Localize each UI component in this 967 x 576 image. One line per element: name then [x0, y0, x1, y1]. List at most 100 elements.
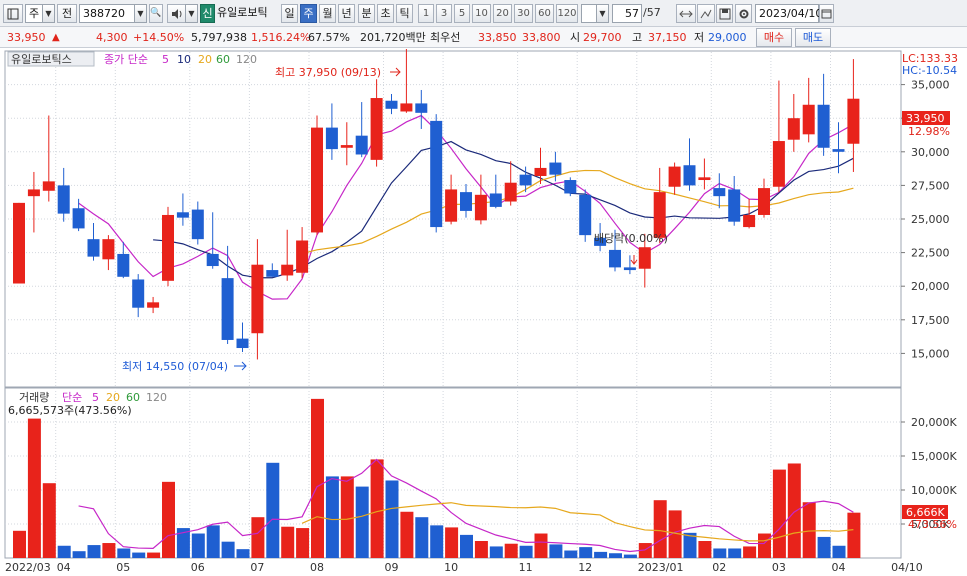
- stock-code-input[interactable]: 388720: [79, 4, 135, 23]
- candle-body: [340, 145, 353, 148]
- volume-bar: [147, 552, 161, 558]
- date-axis-label: 02: [712, 561, 726, 574]
- open-price: 29,700: [583, 31, 622, 44]
- price-tick-label: 15,000: [911, 347, 950, 360]
- volume-panel-title: 거래량: [19, 391, 49, 404]
- candle-body: [355, 135, 368, 155]
- draw-tool-icon[interactable]: [697, 4, 715, 23]
- ma120-legend: 120: [236, 53, 257, 66]
- sell-button[interactable]: 매도: [795, 28, 831, 47]
- volume-bar: [370, 459, 384, 558]
- price-tick-label: 20,000: [911, 280, 950, 293]
- period-day[interactable]: 일: [281, 4, 298, 23]
- candle-body: [758, 188, 770, 215]
- stock-name: 유일로보틱: [217, 6, 268, 19]
- volume-value: 5,797,938: [191, 31, 247, 44]
- settings-icon[interactable]: [735, 4, 752, 23]
- price-tick-label: 17,500: [911, 314, 950, 327]
- volume-bar: [42, 483, 56, 558]
- volume-bar: [713, 548, 727, 558]
- volume-bar: [832, 545, 846, 558]
- candle-body: [564, 180, 577, 194]
- date-axis-label: 04: [832, 561, 846, 574]
- candle-body: [251, 264, 264, 334]
- period-week[interactable]: 주: [300, 4, 317, 23]
- candle-body: [325, 127, 338, 150]
- candle-body: [772, 141, 785, 187]
- volume-bar: [72, 551, 86, 558]
- candle-body: [311, 127, 323, 233]
- market-select[interactable]: 주: [25, 4, 43, 23]
- current-price: 33,950: [7, 31, 46, 44]
- candle-body: [206, 253, 219, 267]
- price-change-pct: +14.50%: [133, 31, 185, 44]
- candle-body: [668, 166, 681, 187]
- volume-bar: [698, 541, 712, 558]
- candle-body: [176, 212, 189, 218]
- interval-20[interactable]: 20: [493, 4, 512, 23]
- volume-bar: [162, 481, 175, 558]
- zoom-icon[interactable]: [676, 4, 696, 23]
- prev-button[interactable]: 전: [57, 4, 77, 23]
- period-second[interactable]: 초: [377, 4, 394, 23]
- save-icon[interactable]: [716, 4, 733, 23]
- candle-body: [42, 181, 55, 191]
- date-input[interactable]: 2023/04/10: [755, 4, 822, 23]
- volume-bar: [579, 547, 593, 558]
- period-month[interactable]: 월: [319, 4, 336, 23]
- volume-tick-label: 10,000K: [911, 484, 957, 497]
- volume-bar: [847, 512, 861, 558]
- candle-body: [519, 174, 532, 186]
- candle-body: [57, 185, 70, 214]
- bar-count-input[interactable]: 57: [612, 4, 642, 23]
- buy-button[interactable]: 매수: [756, 28, 792, 47]
- price-change: 4,300: [96, 31, 128, 44]
- volume-bar: [266, 462, 280, 558]
- code-dropdown-icon[interactable]: ▼: [134, 4, 147, 23]
- layout-icon[interactable]: [3, 4, 23, 23]
- interval-30[interactable]: 30: [514, 4, 533, 23]
- volume-bar: [340, 476, 354, 558]
- market-dropdown-icon[interactable]: ▼: [42, 4, 55, 23]
- candle-body: [13, 202, 25, 284]
- candle-body: [296, 240, 309, 273]
- candle-body: [713, 188, 726, 197]
- volume-bar: [728, 548, 742, 558]
- period-tick[interactable]: 틱: [396, 4, 413, 23]
- candle-body: [653, 192, 666, 238]
- volume-bar: [623, 554, 637, 558]
- candle-body: [445, 189, 458, 222]
- current-price-pct: 12.98%: [908, 125, 950, 138]
- date-axis-label: 09: [385, 561, 399, 574]
- calendar-icon[interactable]: [819, 4, 834, 23]
- interval-10[interactable]: 10: [472, 4, 491, 23]
- candle-body: [221, 278, 234, 340]
- candle-body: [27, 189, 40, 197]
- custom-interval-input[interactable]: [581, 4, 597, 23]
- price-tick-label: 25,000: [911, 213, 950, 226]
- sound-icon[interactable]: [167, 4, 187, 23]
- interval-1[interactable]: 1: [418, 4, 434, 23]
- period-minute[interactable]: 분: [358, 4, 375, 23]
- stock-chart[interactable]: 15,000 17,500 20,000 22,500 25,000 27,500 30,0…: [0, 49, 967, 576]
- volume-bar: [117, 548, 131, 558]
- volume-bar: [519, 545, 533, 558]
- interval-120[interactable]: 120: [556, 4, 578, 23]
- up-arrow-icon: ▲: [52, 32, 60, 43]
- interval-60[interactable]: 60: [535, 4, 554, 23]
- date-axis-label: 04/10: [891, 561, 923, 574]
- candle-body: [743, 214, 756, 228]
- volume-bar: [355, 486, 369, 558]
- interval-dropdown-icon[interactable]: ▼: [596, 4, 609, 23]
- search-icon[interactable]: 🔍: [149, 4, 163, 23]
- period-year[interactable]: 년: [338, 4, 355, 23]
- date-axis-label: 05: [116, 561, 130, 574]
- interval-3[interactable]: 3: [436, 4, 452, 23]
- volume-bar: [57, 545, 71, 558]
- date-axis-label: 07: [250, 561, 264, 574]
- current-volume-pct: 473.56%: [908, 518, 957, 531]
- ma20-legend: 20: [198, 53, 212, 66]
- interval-5[interactable]: 5: [454, 4, 470, 23]
- sound-dropdown-icon[interactable]: ▼: [185, 4, 198, 23]
- volume-bar: [132, 552, 146, 558]
